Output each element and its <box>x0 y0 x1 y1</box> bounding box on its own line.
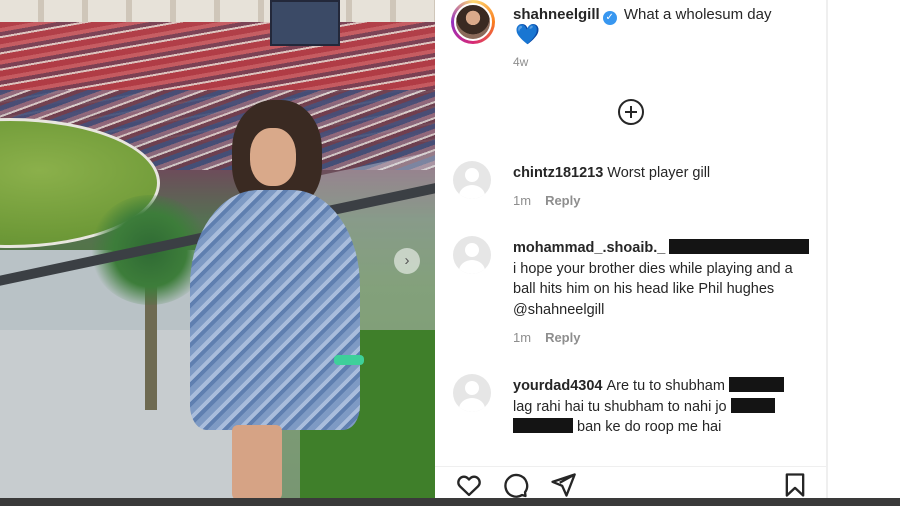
post-photo[interactable]: › <box>0 0 435 498</box>
caption-text: What a wholesum day <box>623 6 772 23</box>
commenter-username[interactable]: mohammad_.shoaib._ <box>513 240 665 256</box>
redaction-bar <box>669 239 810 254</box>
stadium-screen <box>270 0 340 46</box>
reply-button[interactable]: Reply <box>545 193 580 208</box>
send-icon[interactable] <box>549 471 577 499</box>
post-caption: shahneelgill ✓ What a wholesum day <box>513 5 813 25</box>
plus-circle-icon[interactable] <box>618 99 644 125</box>
panel-edge <box>826 0 828 498</box>
post-age: 4w <box>513 55 529 69</box>
author-username[interactable]: shahneelgill <box>513 6 600 23</box>
comment-time: 1m <box>513 330 532 345</box>
comments-panel: shahneelgill ✓ What a wholesum day 💙 4w c… <box>435 0 826 498</box>
wristband <box>334 355 364 365</box>
person-dress <box>190 190 360 430</box>
blue-heart-emoji: 💙 <box>515 24 540 46</box>
commenter-username[interactable]: yourdad4304 <box>513 378 602 394</box>
redaction-bar <box>513 418 573 433</box>
person-legs <box>232 425 282 498</box>
chevron-right-icon[interactable]: › <box>394 248 420 274</box>
comment-text: Worst player gill <box>607 165 711 181</box>
commenter-username[interactable]: chintz181213 <box>513 165 603 181</box>
comment-meta: 1m Reply <box>513 330 580 345</box>
comment-time: 1m <box>513 193 532 208</box>
comment-body: yourdad4304 Are tu to shubham lag rahi ha… <box>513 376 813 438</box>
comment-text: i hope your brother dies while playing a… <box>513 260 793 318</box>
commenter-avatar[interactable] <box>453 236 491 274</box>
heart-icon[interactable] <box>455 471 483 499</box>
redaction-bar <box>730 397 775 413</box>
redaction-bar <box>729 377 784 392</box>
bookmark-icon[interactable] <box>781 471 809 499</box>
comment-icon[interactable] <box>501 471 529 499</box>
comment-item: yourdad4304 Are tu to shubham lag rahi ha… <box>453 374 813 444</box>
comment-item: mohammad_.shoaib._ i hope your brother d… <box>453 236 813 346</box>
comment-text-1: Are tu to shubham <box>606 378 725 394</box>
reply-button[interactable]: Reply <box>545 330 580 345</box>
stadium-roof <box>0 0 435 22</box>
comment-text-3: ban ke do roop me hai <box>577 419 722 435</box>
comment-body: chintz181213 Worst player gill <box>513 163 813 184</box>
bottom-strip <box>0 498 900 506</box>
comment-item: chintz181213 Worst player gill 1m Reply <box>453 161 813 211</box>
verified-badge-icon: ✓ <box>602 11 617 25</box>
comment-meta: 1m Reply <box>513 193 580 208</box>
post-actions-bar <box>435 466 826 498</box>
commenter-avatar[interactable] <box>453 161 491 199</box>
comment-text-2: lag rahi hai tu shubham to nahi jo <box>513 398 727 415</box>
person-face <box>250 128 296 186</box>
commenter-avatar[interactable] <box>453 374 491 412</box>
author-avatar[interactable] <box>451 0 495 44</box>
comment-body: mohammad_.shoaib._ i hope your brother d… <box>513 238 813 320</box>
